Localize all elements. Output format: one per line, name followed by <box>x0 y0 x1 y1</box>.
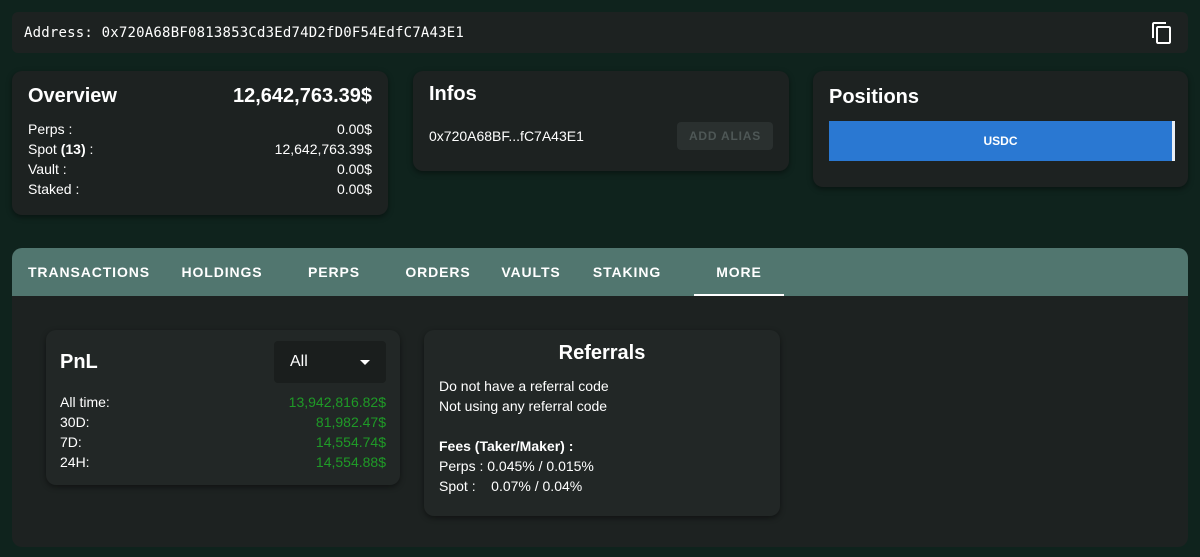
fees-spot-value: 0.07% / 0.04% <box>491 478 583 494</box>
short-address: 0x720A68BF...fC7A43E1 <box>429 128 584 144</box>
spot-label-prefix: Spot <box>28 141 61 157</box>
row-label: 30D: <box>60 414 90 430</box>
referral-usage-status: Not using any referral code <box>439 398 608 414</box>
infos-card: Infos 0x720A68BF...fC7A43E1 ADD ALIAS <box>413 71 789 171</box>
referral-code-status: Do not have a referral code <box>439 378 609 394</box>
row-label: Perps : <box>28 121 73 137</box>
address-bar: Address: 0x720A68BF0813853Cd3Ed74D2fD0F5… <box>12 12 1188 53</box>
add-alias-button[interactable]: ADD ALIAS <box>677 122 773 150</box>
address-text: Address: 0x720A68BF0813853Cd3Ed74D2fD0F5… <box>24 24 465 41</box>
fees-perps-label: Perps : <box>439 458 488 474</box>
tab-orders[interactable]: ORDERS <box>390 248 486 296</box>
copy-icon[interactable] <box>1150 21 1174 45</box>
referrals-card: Referrals Do not have a referral code No… <box>424 330 780 516</box>
overview-row-perps: Perps : 0.00$ <box>28 119 372 139</box>
position-bar-usdc[interactable]: USDC <box>829 121 1175 161</box>
fees-spot-label: Spot : <box>439 478 476 494</box>
row-value: 14,554.88$ <box>315 454 386 470</box>
fees-spot: Spot : 0.07% / 0.04% <box>439 476 765 496</box>
fees-heading: Fees (Taker/Maker) : <box>439 438 574 454</box>
tab-holdings[interactable]: HOLDINGS <box>166 248 278 296</box>
overview-row-vault: Vault : 0.00$ <box>28 159 372 179</box>
overview-row-spot: Spot (13) : 12,642,763.39$ <box>28 139 372 159</box>
row-label: All time: <box>60 394 110 410</box>
row-label: Vault : <box>28 161 67 177</box>
infos-title: Infos <box>429 83 477 105</box>
row-value: 0.00$ <box>336 161 372 177</box>
pnl-period-select[interactable]: All <box>274 341 386 383</box>
row-value: 12,642,763.39$ <box>274 141 372 157</box>
tab-vaults[interactable]: VAULTS <box>486 248 576 296</box>
row-label: 24H: <box>60 454 90 470</box>
row-value: 0.00$ <box>336 121 372 137</box>
pnl-row-30d: 30D: 81,982.47$ <box>60 412 386 432</box>
overview-row-staked: Staked : 0.00$ <box>28 179 372 199</box>
row-value: 13,942,816.82$ <box>288 394 386 410</box>
pnl-card: PnL All All time: 13,942,816.82$ 30D: 81… <box>46 330 400 485</box>
main-panel: TRANSACTIONS HOLDINGS PERPS ORDERS VAULT… <box>12 248 1188 547</box>
overview-title: Overview <box>28 84 117 107</box>
spot-label-suffix: : <box>85 141 94 157</box>
chevron-down-icon <box>360 359 370 365</box>
tab-transactions[interactable]: TRANSACTIONS <box>12 248 166 296</box>
row-value: 0.00$ <box>336 181 372 197</box>
tab-staking[interactable]: STAKING <box>576 248 678 296</box>
pnl-title: PnL <box>60 350 98 373</box>
spot-count: (13) <box>60 141 86 157</box>
row-label: 7D: <box>60 434 82 450</box>
overview-card: Overview 12,642,763.39$ Perps : 0.00$ Sp… <box>12 71 388 215</box>
pnl-row-24h: 24H: 14,554.88$ <box>60 452 386 472</box>
tab-perps[interactable]: PERPS <box>278 248 390 296</box>
fees-perps-value: 0.045% / 0.015% <box>487 458 594 474</box>
row-value: 14,554.74$ <box>315 434 386 450</box>
pnl-row-7d: 7D: 14,554.74$ <box>60 432 386 452</box>
positions-card: Positions USDC <box>813 71 1188 187</box>
row-label: Staked : <box>28 181 80 197</box>
pnl-select-value: All <box>290 353 308 370</box>
positions-title: Positions <box>829 86 920 108</box>
fees-perps: Perps : 0.045% / 0.015% <box>439 456 765 476</box>
referrals-title: Referrals <box>558 342 646 364</box>
pnl-row-all-time: All time: 13,942,816.82$ <box>60 392 386 412</box>
overview-total: 12,642,763.39$ <box>232 84 372 107</box>
tab-more[interactable]: MORE <box>694 248 784 296</box>
row-label: Spot (13) : <box>28 139 93 159</box>
row-value: 81,982.47$ <box>315 414 386 430</box>
tab-bar: TRANSACTIONS HOLDINGS PERPS ORDERS VAULT… <box>12 248 1188 296</box>
